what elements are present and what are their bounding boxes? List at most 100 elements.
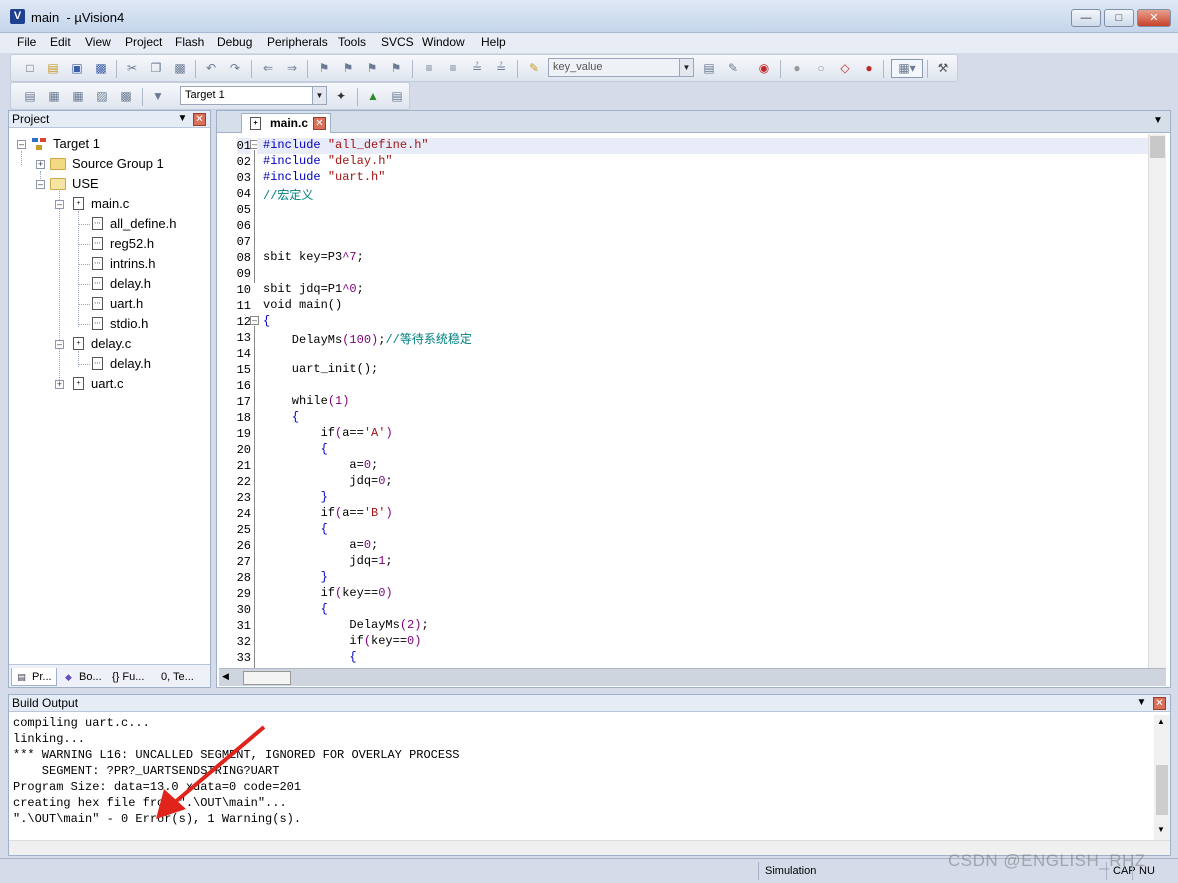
find-icon[interactable]: ▤ <box>701 60 717 76</box>
tree-item-header[interactable]: ⋯ delay.h <box>74 275 204 293</box>
find-in-files-icon[interactable]: ✎ <box>526 60 542 76</box>
enable-breakpoint-icon[interactable]: ○ <box>813 60 829 76</box>
new-file-icon[interactable]: □ <box>22 60 38 76</box>
collapse-icon[interactable]: – <box>55 340 64 349</box>
batch-build-icon[interactable]: ▨ <box>94 88 110 104</box>
disable-breakpoints-icon[interactable]: ◇ <box>837 60 853 76</box>
target-select[interactable]: Target 1 ▼ <box>180 86 327 105</box>
scroll-left-icon[interactable]: ◀ <box>222 671 229 682</box>
editor-vertical-scrollbar[interactable] <box>1148 134 1166 668</box>
tab-project[interactable]: ▤ Pr... <box>11 668 57 686</box>
unindent-icon[interactable]: ≡ <box>445 60 461 76</box>
minimize-button[interactable]: — <box>1071 9 1101 27</box>
tab-main-c[interactable]: + main.c ✕ <box>241 113 331 133</box>
configure-icon[interactable]: ⚒ <box>935 60 951 76</box>
menu-window[interactable]: Window <box>422 35 465 49</box>
indent-icon[interactable]: ≡ <box>421 60 437 76</box>
tree-item-source-group[interactable]: + Source Group 1 <box>36 155 206 173</box>
expand-icon[interactable]: + <box>55 380 64 389</box>
code-area[interactable]: #include "all_define.h" #include "delay.… <box>257 136 1148 668</box>
build-vertical-scrollbar[interactable]: ▲ ▼ <box>1154 715 1170 840</box>
editor-horizontal-scrollbar[interactable]: ◀ <box>219 668 1166 686</box>
menu-flash[interactable]: Flash <box>175 35 204 49</box>
cut-icon[interactable]: ✂ <box>124 60 140 76</box>
collapse-icon[interactable]: – <box>17 140 26 149</box>
clear-bookmarks-icon[interactable]: ⚑ <box>388 60 404 76</box>
scroll-thumb[interactable] <box>243 671 291 685</box>
incremental-find-icon[interactable]: ✎ <box>725 60 741 76</box>
kill-breakpoints-icon[interactable]: ● <box>861 60 877 76</box>
tree-item-use-group[interactable]: – USE <box>36 175 206 193</box>
menu-svcs[interactable]: SVCS <box>381 35 414 49</box>
tree-item-header[interactable]: ⋯ stdio.h <box>74 315 204 333</box>
tree-item-header[interactable]: ⋯ delay.h <box>74 355 204 373</box>
prev-bookmark-icon[interactable]: ⚑ <box>340 60 356 76</box>
pin-icon[interactable]: ▼ <box>176 113 189 126</box>
menu-peripherals[interactable]: Peripherals <box>267 35 328 49</box>
chevron-down-icon[interactable]: ▼ <box>312 87 326 104</box>
rebuild-icon[interactable]: ▦ <box>70 88 86 104</box>
menu-help[interactable]: Help <box>481 35 506 49</box>
download-icon[interactable]: ▼ <box>150 88 166 104</box>
tab-books[interactable]: ◆ Bo... <box>59 668 107 686</box>
tab-templates[interactable]: 0, Te... <box>157 668 207 686</box>
insert-breakpoint-icon[interactable]: ● <box>789 60 805 76</box>
undo-icon[interactable]: ↶ <box>203 60 219 76</box>
scroll-thumb[interactable] <box>1156 765 1168 815</box>
redo-icon[interactable]: ↷ <box>227 60 243 76</box>
scroll-down-icon[interactable]: ▼ <box>1157 825 1165 834</box>
tree-item-header[interactable]: ⋯ intrins.h <box>74 255 204 273</box>
copy-icon[interactable]: ❐ <box>148 60 164 76</box>
line-number: 11 <box>236 299 251 313</box>
uncomment-icon[interactable]: ≟ <box>493 60 509 76</box>
scroll-up-icon[interactable]: ▲ <box>1157 717 1165 726</box>
open-file-icon[interactable]: ▤ <box>45 60 61 76</box>
close-icon[interactable]: ✕ <box>1153 697 1166 710</box>
build-icon[interactable]: ▦ <box>46 88 62 104</box>
chevron-down-icon[interactable]: ▼ <box>679 59 693 76</box>
paste-icon[interactable]: ▩ <box>172 60 188 76</box>
code-line: //宏定义 <box>263 189 314 203</box>
target-options-icon[interactable]: ✦ <box>333 88 349 104</box>
tree-item-target[interactable]: – Target 1 <box>17 135 207 153</box>
tree-item-header[interactable]: ⋯ all_define.h <box>74 215 204 233</box>
select-packs-icon[interactable]: ▤ <box>389 88 405 104</box>
menu-debug[interactable]: Debug <box>217 35 252 49</box>
tree-item-header[interactable]: ⋯ reg52.h <box>74 235 204 253</box>
bookmark-icon[interactable]: ⚑ <box>316 60 332 76</box>
collapse-icon[interactable]: – <box>36 180 45 189</box>
tree-item-header[interactable]: ⋯ uart.h <box>74 295 204 313</box>
tree-item-main-c[interactable]: – + main.c <box>55 195 205 213</box>
tree-item-delay-c[interactable]: – + delay.c <box>55 335 205 353</box>
collapse-icon[interactable]: – <box>55 200 64 209</box>
stop-build-icon[interactable]: ▩ <box>118 88 134 104</box>
save-icon[interactable]: ▣ <box>69 60 85 76</box>
debug-session-icon[interactable]: ◉ <box>756 60 772 76</box>
maximize-button[interactable]: □ <box>1104 9 1134 27</box>
next-bookmark-icon[interactable]: ⚑ <box>364 60 380 76</box>
close-button[interactable]: ✕ <box>1137 9 1171 27</box>
manage-components-icon[interactable]: ▲ <box>365 88 381 104</box>
code-line: a=0; <box>263 538 379 552</box>
scroll-thumb[interactable] <box>1150 136 1165 158</box>
menu-project[interactable]: Project <box>125 35 162 49</box>
tab-functions[interactable]: {} Fu... <box>108 668 156 686</box>
close-tab-icon[interactable]: ✕ <box>313 117 326 130</box>
pin-icon[interactable]: ▼ <box>1135 697 1148 710</box>
tree-item-uart-c[interactable]: + + uart.c <box>55 375 205 393</box>
menu-file[interactable]: File <box>17 35 36 49</box>
tab-list-dropdown-icon[interactable]: ▼ <box>1153 115 1163 126</box>
find-combo[interactable]: key_value ▼ <box>548 58 694 77</box>
menu-view[interactable]: View <box>85 35 111 49</box>
close-icon[interactable]: ✕ <box>193 113 206 126</box>
save-all-icon[interactable]: ▩ <box>93 60 109 76</box>
menu-tools[interactable]: Tools <box>338 35 366 49</box>
separator <box>412 60 413 78</box>
translate-icon[interactable]: ▤ <box>22 88 38 104</box>
menu-edit[interactable]: Edit <box>50 35 71 49</box>
window-layout-icon[interactable]: ▦▾ <box>891 59 923 78</box>
comment-icon[interactable]: ≟ <box>469 60 485 76</box>
nav-forward-icon[interactable]: ⇒ <box>284 60 300 76</box>
expand-icon[interactable]: + <box>36 160 45 169</box>
nav-back-icon[interactable]: ⇐ <box>260 60 276 76</box>
